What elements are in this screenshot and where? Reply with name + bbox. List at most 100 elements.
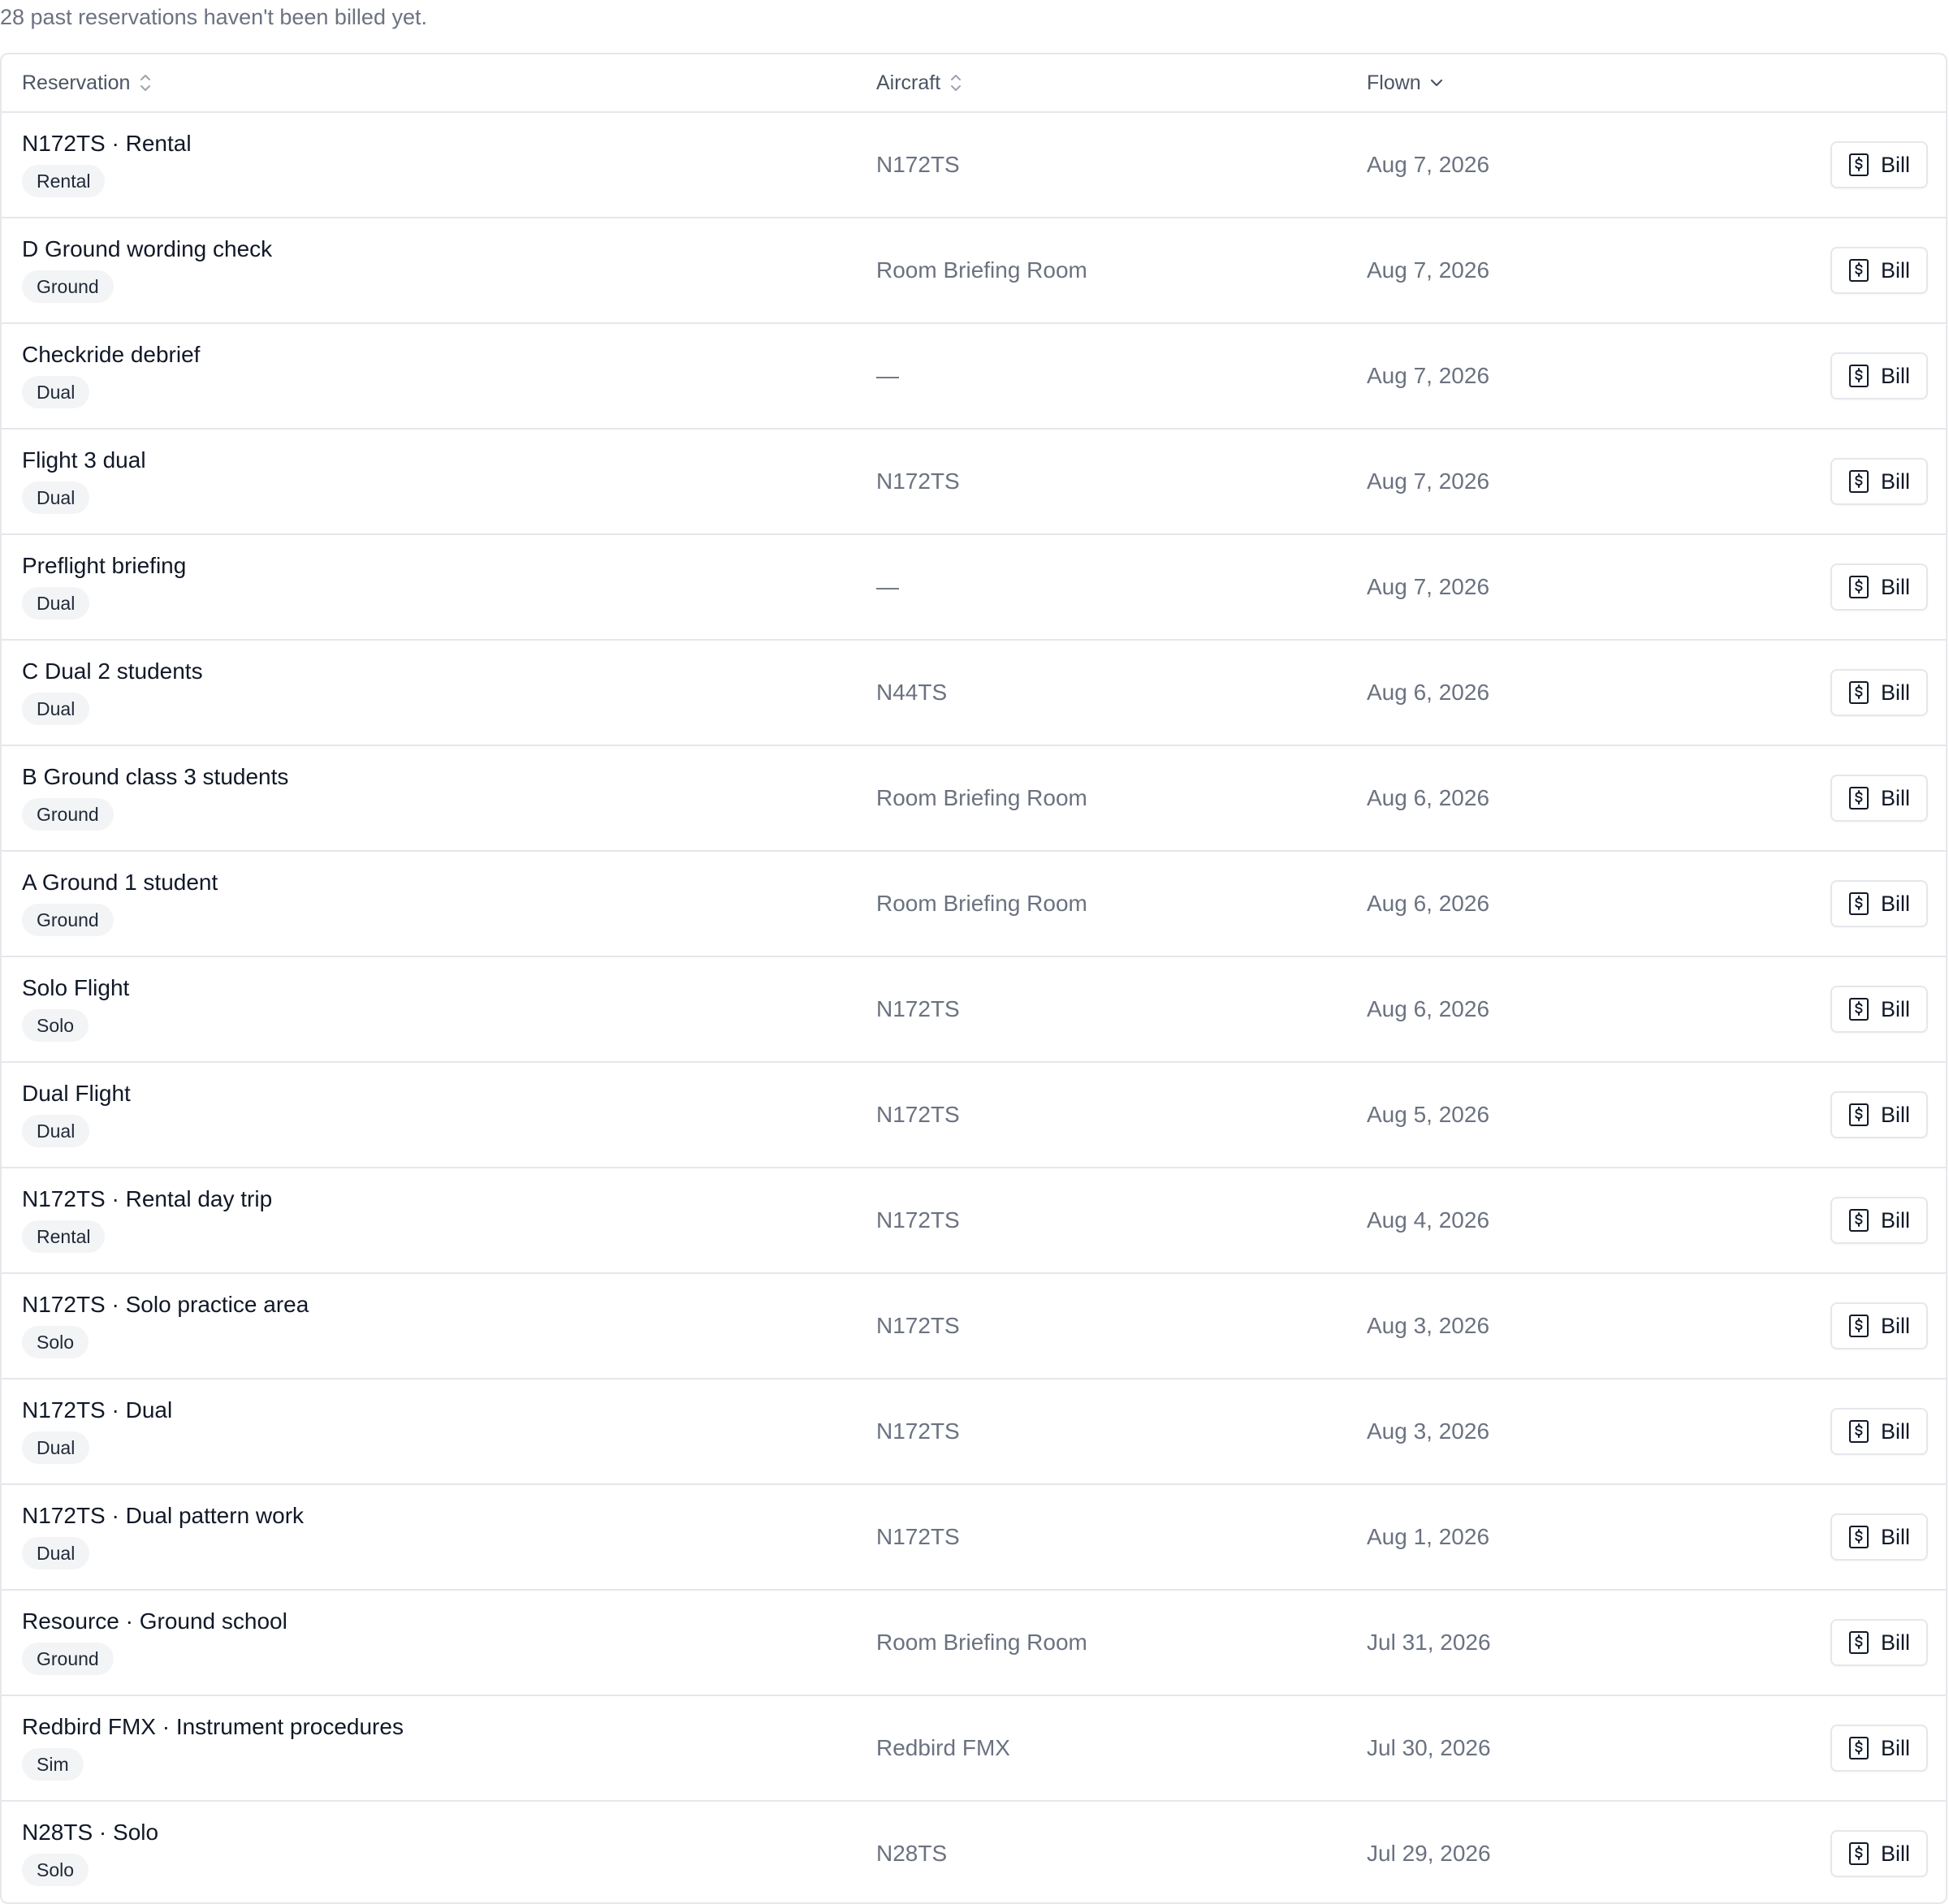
reservation-title[interactable]: N172TS · Rental day trip [22,1185,272,1214]
table-row: N172TS · Rental Rental N172TS Aug 7, 202… [2,113,1946,218]
bill-button[interactable]: Bill [1830,880,1928,927]
aircraft-cell: N172TS [876,996,960,1021]
receipt-dollar-icon [1848,575,1869,599]
flown-date-cell: Aug 6, 2026 [1367,785,1490,810]
reservation-title[interactable]: Resource · Ground school [22,1607,287,1636]
aircraft-cell: N172TS [876,1313,960,1338]
bill-button[interactable]: Bill [1830,1725,1928,1772]
receipt-dollar-icon [1848,1314,1869,1338]
unbilled-summary: 28 past reservations haven't been billed… [0,5,427,29]
reservation-title[interactable]: D Ground wording check [22,235,272,264]
receipt-dollar-icon [1848,1525,1869,1549]
aircraft-cell: N172TS [876,1418,960,1444]
aircraft-cell: Room Briefing Room [876,785,1087,810]
reservation-type-badge: Ground [22,1643,114,1675]
bill-button-label: Bill [1880,1102,1910,1127]
bill-button-label: Bill [1880,1524,1910,1549]
reservation-title[interactable]: C Dual 2 students [22,657,203,686]
reservation-title[interactable]: Dual Flight [22,1079,131,1108]
bill-button[interactable]: Bill [1830,1830,1928,1877]
bill-button[interactable]: Bill [1830,141,1928,188]
bill-button[interactable]: Bill [1830,1197,1928,1244]
bill-button-label: Bill [1880,1735,1910,1760]
bill-button[interactable]: Bill [1830,669,1928,716]
bill-button[interactable]: Bill [1830,1302,1928,1349]
aircraft-cell: — [876,363,899,388]
flown-date-cell: Jul 30, 2026 [1367,1735,1491,1760]
table-row: Preflight briefing Dual — Aug 7, 2026 Bi… [2,535,1946,641]
reservation-title[interactable]: Redbird FMX · Instrument procedures [22,1712,404,1742]
bill-button[interactable]: Bill [1830,1408,1928,1455]
table-row: N172TS · Solo practice area Solo N172TS … [2,1274,1946,1379]
reservation-type-badge: Rental [22,165,106,197]
aircraft-cell: N172TS [876,152,960,177]
bill-button-label: Bill [1880,785,1910,810]
reservation-title[interactable]: N172TS · Solo practice area [22,1290,309,1319]
table-row: Dual Flight Dual N172TS Aug 5, 2026 Bill [2,1063,1946,1168]
bill-button-label: Bill [1880,680,1910,705]
bill-button[interactable]: Bill [1830,1091,1928,1138]
flown-date-cell: Aug 5, 2026 [1367,1102,1490,1127]
reservation-type-badge: Ground [22,798,114,831]
bill-button-label: Bill [1880,1630,1910,1655]
flown-date-cell: Aug 7, 2026 [1367,152,1490,177]
bill-button[interactable]: Bill [1830,247,1928,294]
reservation-title[interactable]: Solo Flight [22,974,129,1003]
column-header-reservation[interactable]: Reservation [22,54,153,111]
receipt-dollar-icon [1848,892,1869,916]
reservation-title[interactable]: B Ground class 3 students [22,762,288,792]
aircraft-cell: Room Briefing Room [876,891,1087,916]
reservation-type-badge: Solo [22,1009,89,1042]
receipt-dollar-icon [1848,1841,1869,1866]
receipt-dollar-icon [1848,1103,1869,1127]
reservation-type-badge: Dual [22,481,90,514]
flown-date-cell: Aug 7, 2026 [1367,257,1490,283]
sort-icon [949,72,963,93]
aircraft-cell: N172TS [876,468,960,494]
table-body: N172TS · Rental Rental N172TS Aug 7, 202… [2,113,1946,1902]
receipt-dollar-icon [1848,1736,1869,1760]
flown-date-cell: Aug 6, 2026 [1367,891,1490,916]
reservation-title[interactable]: N172TS · Rental [22,129,192,158]
reservation-title[interactable]: Flight 3 dual [22,446,146,475]
reservation-type-badge: Dual [22,1115,90,1147]
bill-button[interactable]: Bill [1830,775,1928,822]
receipt-dollar-icon [1848,1630,1869,1655]
column-label-aircraft: Aircraft [876,71,941,94]
receipt-dollar-icon [1848,364,1869,388]
flown-date-cell: Aug 6, 2026 [1367,996,1490,1021]
table-row: N28TS · Solo Solo N28TS Jul 29, 2026 Bil… [2,1802,1946,1902]
bill-button[interactable]: Bill [1830,352,1928,399]
table-row: Solo Flight Solo N172TS Aug 6, 2026 Bill [2,957,1946,1063]
bill-button-label: Bill [1880,1207,1910,1233]
receipt-dollar-icon [1848,680,1869,705]
bill-button[interactable]: Bill [1830,986,1928,1033]
reservation-title[interactable]: Preflight briefing [22,551,186,581]
table-row: Flight 3 dual Dual N172TS Aug 7, 2026 Bi… [2,430,1946,535]
column-header-flown[interactable]: Flown [1367,54,1444,111]
reservation-title[interactable]: Checkride debrief [22,340,200,369]
bill-button[interactable]: Bill [1830,1513,1928,1561]
reservation-title[interactable]: A Ground 1 student [22,868,218,897]
reservation-title[interactable]: N172TS · Dual [22,1396,172,1425]
reservation-title[interactable]: N28TS · Solo [22,1818,158,1847]
bill-button[interactable]: Bill [1830,1619,1928,1666]
bill-button[interactable]: Bill [1830,458,1928,505]
aircraft-cell: Redbird FMX [876,1735,1010,1760]
table-header: Reservation Aircraft Flown [2,54,1946,113]
column-header-aircraft[interactable]: Aircraft [876,54,963,111]
flown-date-cell: Aug 6, 2026 [1367,680,1490,705]
receipt-dollar-icon [1848,786,1869,810]
bill-button-label: Bill [1880,1841,1910,1866]
reservations-table: Reservation Aircraft Flown N172TS · Rent… [0,53,1947,1904]
reservation-title[interactable]: N172TS · Dual pattern work [22,1501,304,1531]
bill-button-label: Bill [1880,1313,1910,1338]
bill-button-label: Bill [1880,891,1910,916]
flown-date-cell: Aug 4, 2026 [1367,1207,1490,1233]
aircraft-cell: N28TS [876,1841,948,1866]
aircraft-cell: N172TS [876,1207,960,1233]
bill-button[interactable]: Bill [1830,563,1928,611]
reservation-type-badge: Dual [22,1537,90,1569]
aircraft-cell: — [876,574,899,599]
flown-date-cell: Aug 1, 2026 [1367,1524,1490,1549]
